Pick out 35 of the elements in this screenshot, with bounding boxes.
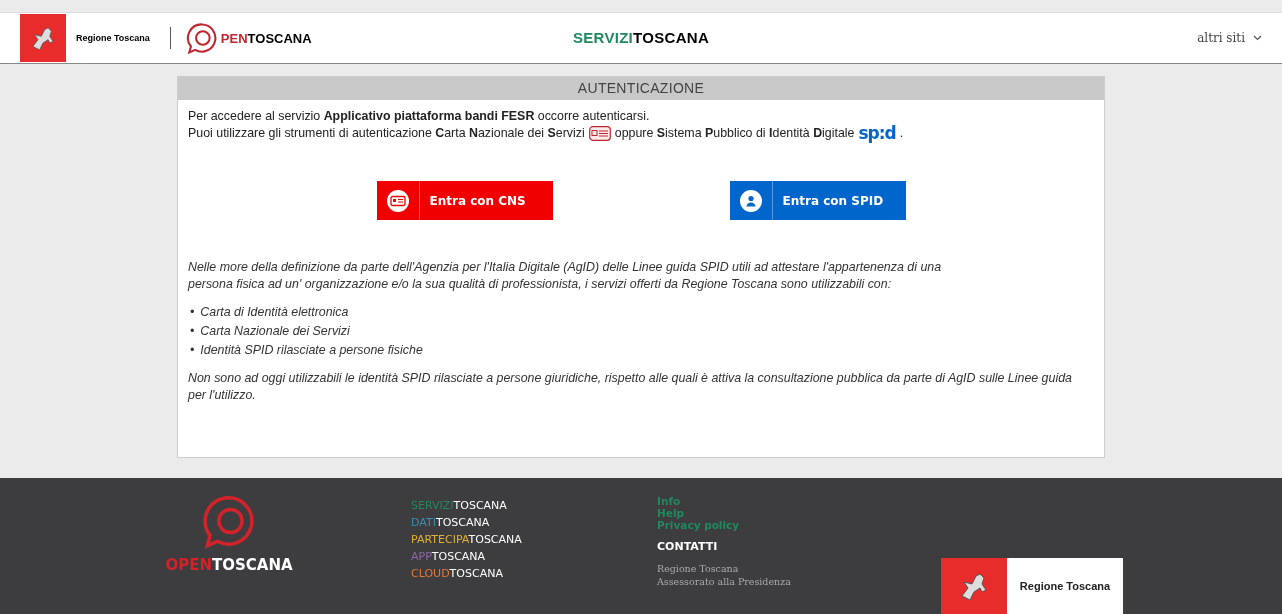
intro-text: Per accedere al servizio Applicativo piattaforma bandi FESR occorre autenticarsi. [188,108,651,125]
period-text: . [899,125,904,142]
bullet-text: • [190,323,195,340]
bullet-text: • [190,342,195,359]
contact-text: Assessorato alla Presidenza [657,575,792,588]
brand-name[interactable]: PENTOSCANA [220,30,312,46]
site-link[interactable]: CLOUDTOSCANA [411,568,657,579]
site-title[interactable]: SERVIZITOSCANA [572,29,710,46]
id-card-icon [588,126,611,141]
contacts-heading: CONTATTI [657,540,719,553]
bullet-text: • [190,304,195,321]
list-item: Carta Nazionale dei Servizi [200,323,350,340]
note-text: Nelle more della definizione da parte dell'Agenzia per l'Italia Digitale (AgID) delle Linee guida SPID utili ad attestare l'appartenenza di una persona fisica ad un' organizzazione e/o la sua qualità di professionista, i servizi offerti da Regione Toscana sono utilizzabili con: [188,259,943,293]
org-name: Regione Toscana [1019,580,1111,592]
other-sites-menu[interactable]: altri siti [1197,31,1245,45]
auth-tools-text: Puoi utilizzare gli strumenti di autenticazione Carta Nazionale dei Servizi [188,125,585,142]
cns-login-button[interactable]: Entra con CNS [376,181,553,220]
spid-logo: sp:d [858,125,896,142]
speech-bubble-icon [184,21,219,55]
site-link[interactable]: APPTOSCANA [411,551,657,562]
contact-text: Regione Toscana [657,562,740,575]
footer-brand[interactable]: OPENTOSCANA [165,556,293,574]
site-link[interactable]: DATITOSCANA [411,517,657,528]
list-item: Identità SPID rilasciate a persone fisiche [200,342,423,359]
org-name: Regione Toscana [76,33,150,43]
user-icon [739,189,762,212]
site-link[interactable]: SERVIZITOSCANA [411,500,657,511]
chevron-down-icon[interactable] [1253,35,1262,41]
card-title: AUTENTICAZIONE [178,77,1104,100]
spid-login-button[interactable]: Entra con SPID [729,181,906,220]
auth-tools-text: oppure Sistema Pubblico di Identità Digitale [614,125,855,142]
closing-text: Non sono ad oggi utilizzabili le identità SPID rilasciate a persone giuridiche, rispetto alle quali è attiva la consultazione pubblica da parte di AgID sulle Linee guida per l'utilizzo. [188,370,1073,404]
list-item: Carta di Identità elettronica [200,304,349,321]
card-icon [386,189,409,212]
site-link[interactable]: PARTECIPATOSCANA [411,534,657,545]
